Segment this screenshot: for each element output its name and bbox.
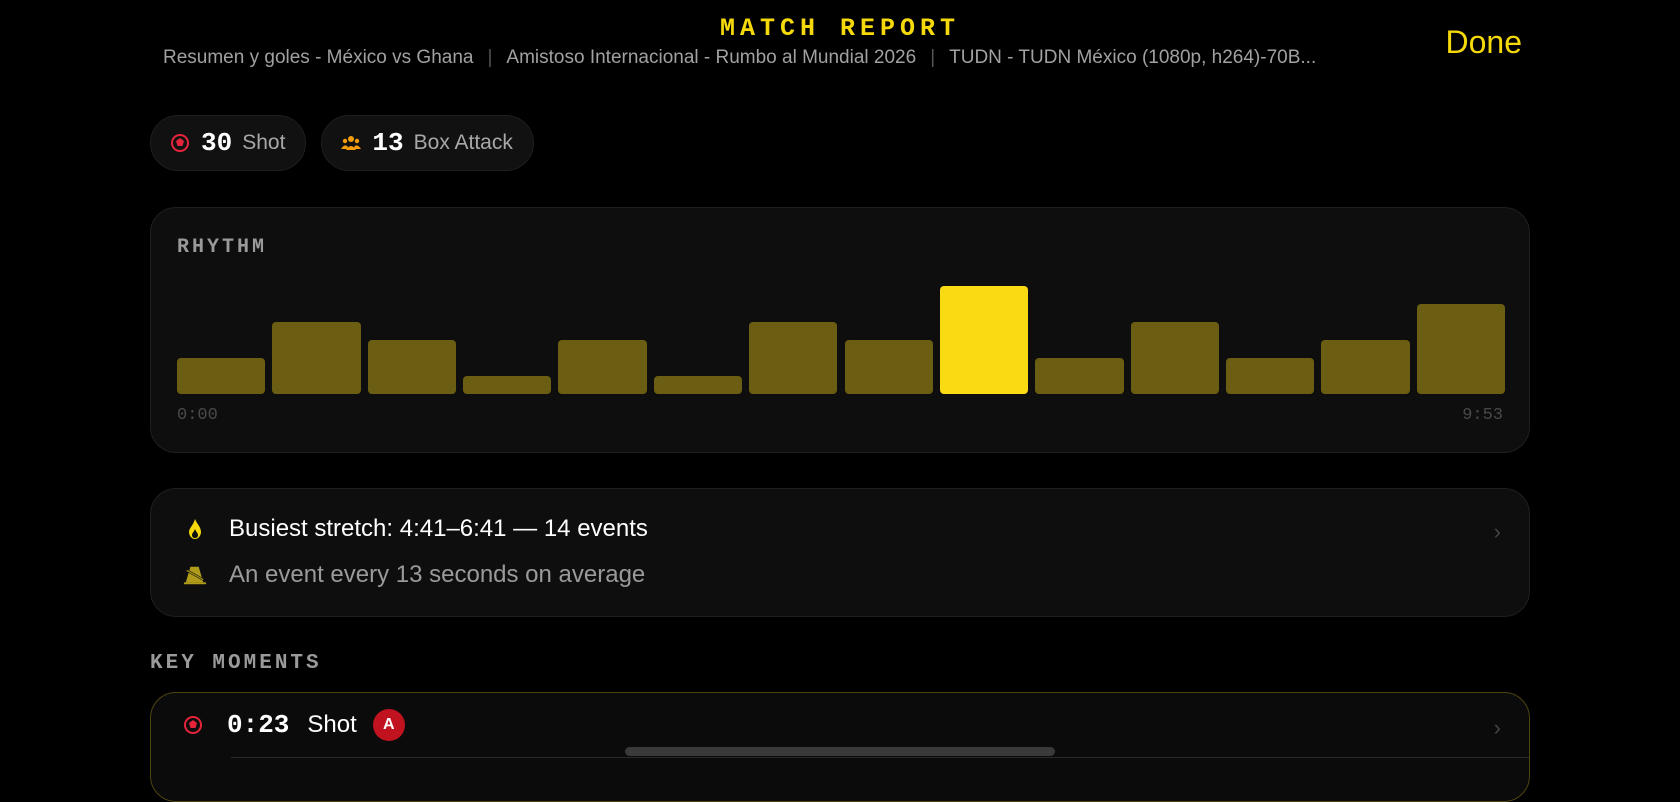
- done-button[interactable]: Done: [1446, 24, 1523, 61]
- event-pace-text: An event every 13 seconds on average: [229, 561, 646, 588]
- key-moment-time: 0:23: [227, 710, 290, 740]
- box-attack-count: 13: [372, 128, 404, 158]
- rhythm-bar[interactable]: [1321, 340, 1410, 394]
- rhythm-bar[interactable]: [844, 340, 933, 394]
- event-summary-chips: 30 Shot 13 Box Attack: [150, 115, 534, 171]
- rhythm-card: RHYTHM 0:00 9:53: [150, 207, 1530, 453]
- rhythm-bar[interactable]: [1416, 304, 1505, 394]
- shot-count-chip[interactable]: 30 Shot: [150, 115, 307, 171]
- soccer-ball-icon: [169, 132, 191, 154]
- report-header: MATCH REPORT Resumen y goles - México vs…: [0, 0, 1680, 90]
- people-group-icon: [340, 132, 362, 154]
- subtitle-competition: Amistoso Internacional - Rumbo al Mundia…: [506, 47, 917, 68]
- rhythm-bar[interactable]: [558, 340, 647, 394]
- rhythm-bar-peak[interactable]: [939, 286, 1029, 394]
- home-indicator[interactable]: [625, 747, 1055, 756]
- rhythm-title: RHYTHM: [177, 236, 268, 259]
- key-moments-title: KEY MOMENTS: [150, 652, 322, 675]
- page-title: MATCH REPORT: [719, 14, 961, 43]
- busiest-stretch-text: Busiest stretch: 4:41–6:41 — 14 events: [229, 515, 648, 542]
- box-attack-label: Box Attack: [413, 131, 513, 154]
- rhythm-bar[interactable]: [367, 340, 457, 394]
- metronome-icon: [183, 563, 207, 587]
- chevron-right-icon[interactable]: ›: [1494, 715, 1501, 741]
- rhythm-bar[interactable]: [653, 376, 743, 394]
- subtitle-separator: |: [487, 47, 493, 68]
- match-subtitle: Resumen y goles - México vs Ghana | Amisto…: [163, 47, 1413, 69]
- rhythm-start-time: 0:00: [177, 406, 218, 425]
- rhythm-end-time: 9:53: [1462, 406, 1503, 425]
- subtitle-source: TUDN - TUDN México (1080p, h264)-70B...: [949, 47, 1317, 68]
- key-moment-row[interactable]: 0:23 Shot A: [181, 709, 405, 741]
- insights-card[interactable]: Busiest stretch: 4:41–6:41 — 14 events A…: [150, 488, 1530, 617]
- rhythm-bar[interactable]: [1130, 322, 1219, 394]
- rhythm-bar[interactable]: [749, 322, 838, 394]
- rhythm-bar[interactable]: [1035, 358, 1124, 394]
- rhythm-bar-chart: [177, 268, 1505, 394]
- rhythm-bar[interactable]: [1225, 358, 1315, 394]
- subtitle-match-name: Resumen y goles - México vs Ghana: [163, 47, 474, 68]
- team-badge: A: [372, 709, 405, 741]
- shot-label: Shot: [242, 131, 286, 154]
- subtitle-separator: |: [930, 47, 936, 68]
- rhythm-bar[interactable]: [177, 358, 266, 394]
- busiest-stretch-row[interactable]: Busiest stretch: 4:41–6:41 — 14 events: [183, 515, 648, 543]
- divider: [231, 757, 1529, 758]
- chevron-right-icon[interactable]: ›: [1494, 519, 1501, 545]
- rhythm-bar[interactable]: [463, 376, 552, 394]
- rhythm-bar[interactable]: [272, 322, 361, 394]
- shot-count: 30: [201, 128, 233, 158]
- key-moment-type: Shot: [307, 711, 357, 738]
- event-pace-row: An event every 13 seconds on average: [183, 561, 645, 589]
- box-attack-count-chip[interactable]: 13 Box Attack: [321, 115, 534, 171]
- soccer-ball-icon: [181, 713, 205, 737]
- flame-icon: [183, 517, 207, 541]
